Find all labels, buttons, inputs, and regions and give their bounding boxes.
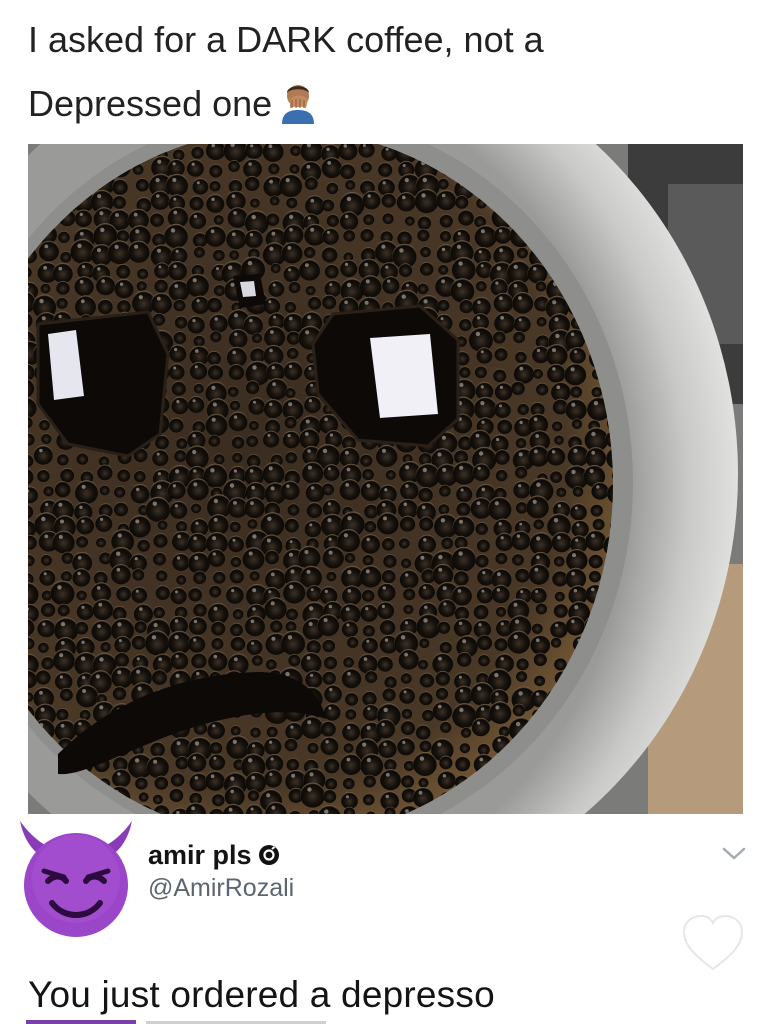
coffee-cup-bubbles-face-icon bbox=[28, 144, 743, 814]
coffee-photo bbox=[28, 144, 743, 814]
smiling-devil-emoji-avatar[interactable] bbox=[14, 815, 138, 939]
man-facepalming-icon bbox=[282, 85, 315, 124]
caption-line-2: Depressed one bbox=[28, 72, 748, 136]
caption-line-1: I asked for a DARK coffee, not a bbox=[28, 19, 544, 60]
author-display-name-text[interactable]: amir pls bbox=[148, 840, 252, 870]
author-handle[interactable]: @AmirRozali bbox=[148, 874, 294, 903]
post-caption: I asked for a DARK coffee, not a Depress… bbox=[28, 8, 748, 136]
heart-icon[interactable] bbox=[682, 915, 744, 973]
tweet-author-row bbox=[0, 815, 770, 945]
verified-badge-icon bbox=[258, 845, 279, 865]
caption-line-2-text: Depressed one bbox=[28, 83, 273, 124]
tweet-text: You just ordered a depresso bbox=[28, 974, 495, 1015]
chevron-down-icon[interactable] bbox=[720, 845, 748, 863]
cropped-bottom-edge bbox=[26, 1020, 326, 1024]
author-display-name[interactable]: amir pls bbox=[148, 840, 280, 871]
